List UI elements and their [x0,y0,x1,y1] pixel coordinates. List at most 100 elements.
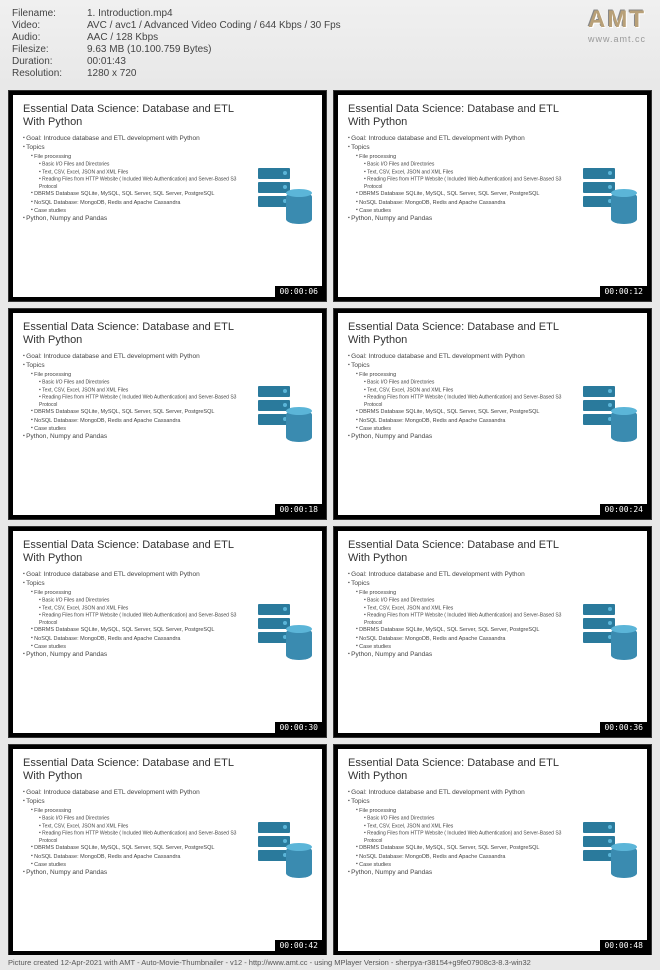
timestamp-badge: 00:00:30 [275,722,322,733]
meta-value: 00:01:43 [87,56,648,67]
slide-content: Essential Data Science: Database and ETL… [338,95,647,297]
timestamp-badge: 00:00:18 [275,504,322,515]
meta-value: 1280 x 720 [87,68,648,79]
slide-text: Essential Data Science: Database and ETL… [23,321,254,509]
slide-topics: Topics File processing Basic I/O Files a… [348,362,579,433]
timestamp-badge: 00:00:36 [600,722,647,733]
video-thumbnail[interactable]: Essential Data Science: Database and ETL… [8,308,327,520]
database-icon [579,757,641,945]
slide-fp2: Text, CSV, Excel, JSON and XML Files [364,169,579,176]
slide-nosql: NoSQL Database: MongoDB, Redis and Apach… [31,635,254,643]
slide-text: Essential Data Science: Database and ETL… [348,757,579,945]
slide-topics: Topics File processing Basic I/O Files a… [23,362,254,433]
slide-nosql: NoSQL Database: MongoDB, Redis and Apach… [31,853,254,861]
slide-db: DBRMS Database SQLite, MySQL, SQL Server… [356,844,579,852]
slide-db: DBRMS Database SQLite, MySQL, SQL Server… [31,190,254,198]
meta-row: Audio:AAC / 128 Kbps [12,32,648,43]
slide-fp2: Text, CSV, Excel, JSON and XML Files [364,387,579,394]
slide-title: Essential Data Science: Database and ETL… [23,757,254,783]
slide-db: DBRMS Database SQLite, MySQL, SQL Server… [356,190,579,198]
slide-goal: Goal: Introduce database and ETL develop… [348,571,579,580]
slide-nosql: NoSQL Database: MongoDB, Redis and Apach… [356,417,579,425]
slide-content: Essential Data Science: Database and ETL… [13,313,322,515]
meta-row: Filename:1. Introduction.mp4 [12,8,648,19]
meta-label: Filename: [12,8,87,19]
timestamp-badge: 00:00:06 [275,286,322,297]
slide-title: Essential Data Science: Database and ETL… [348,321,579,347]
slide-nosql: NoSQL Database: MongoDB, Redis and Apach… [356,199,579,207]
slide-fp: File processing Basic I/O Files and Dire… [356,589,579,626]
logo-text: AMT [588,6,646,34]
video-thumbnail[interactable]: Essential Data Science: Database and ETL… [333,526,652,738]
slide-libs: Python, Numpy and Pandas [348,433,579,442]
video-thumbnail[interactable]: Essential Data Science: Database and ETL… [8,744,327,956]
amt-logo: AMT www.amt.cc [588,6,646,44]
slide-nosql: NoSQL Database: MongoDB, Redis and Apach… [31,199,254,207]
database-icon [254,103,316,291]
logo-url: www.amt.cc [588,34,646,44]
slide-fp: File processing Basic I/O Files and Dire… [31,807,254,844]
slide-topics: Topics File processing Basic I/O Files a… [23,798,254,869]
slide-content: Essential Data Science: Database and ETL… [13,95,322,297]
slide-text: Essential Data Science: Database and ETL… [23,757,254,945]
slide-topics: Topics File processing Basic I/O Files a… [23,580,254,651]
slide-fp3: Reading Files from HTTP Website ( Includ… [364,394,579,408]
slide-fp1: Basic I/O Files and Directories [364,597,579,604]
slide-cs: Case studies [31,861,254,869]
slide-fp3: Reading Files from HTTP Website ( Includ… [364,612,579,626]
slide-cs: Case studies [356,861,579,869]
video-thumbnail[interactable]: Essential Data Science: Database and ETL… [333,744,652,956]
slide-topics: Topics File processing Basic I/O Files a… [23,144,254,215]
slide-libs: Python, Numpy and Pandas [23,433,254,442]
slide-goal: Goal: Introduce database and ETL develop… [23,135,254,144]
slide-content: Essential Data Science: Database and ETL… [13,531,322,733]
slide-content: Essential Data Science: Database and ETL… [13,749,322,951]
timestamp-badge: 00:00:42 [275,940,322,951]
slide-goal: Goal: Introduce database and ETL develop… [23,789,254,798]
video-thumbnail[interactable]: Essential Data Science: Database and ETL… [333,90,652,302]
slide-cs: Case studies [31,207,254,215]
slide-db: DBRMS Database SQLite, MySQL, SQL Server… [31,626,254,634]
slide-libs: Python, Numpy and Pandas [23,651,254,660]
slide-goal: Goal: Introduce database and ETL develop… [23,571,254,580]
slide-fp1: Basic I/O Files and Directories [39,379,254,386]
video-thumbnail[interactable]: Essential Data Science: Database and ETL… [8,90,327,302]
video-thumbnail[interactable]: Essential Data Science: Database and ETL… [8,526,327,738]
database-icon [254,539,316,727]
slide-text: Essential Data Science: Database and ETL… [348,103,579,291]
meta-row: Video:AVC / avc1 / Advanced Video Coding… [12,20,648,31]
slide-cs: Case studies [31,425,254,433]
slide-fp1: Basic I/O Files and Directories [364,161,579,168]
slide-text: Essential Data Science: Database and ETL… [23,539,254,727]
slide-fp: File processing Basic I/O Files and Dire… [31,371,254,408]
slide-fp3: Reading Files from HTTP Website ( Includ… [39,612,254,626]
footer-credit: Picture created 12-Apr-2021 with AMT - A… [0,955,660,970]
slide-cs: Case studies [356,207,579,215]
timestamp-badge: 00:00:24 [600,504,647,515]
slide-fp: File processing Basic I/O Files and Dire… [31,153,254,190]
slide-libs: Python, Numpy and Pandas [23,869,254,878]
slide-libs: Python, Numpy and Pandas [348,215,579,224]
slide-title: Essential Data Science: Database and ETL… [23,321,254,347]
meta-row: Duration:00:01:43 [12,56,648,67]
slide-title: Essential Data Science: Database and ETL… [348,103,579,129]
database-icon [579,103,641,291]
timestamp-badge: 00:00:48 [600,940,647,951]
slide-db: DBRMS Database SQLite, MySQL, SQL Server… [31,408,254,416]
meta-label: Resolution: [12,68,87,79]
slide-libs: Python, Numpy and Pandas [348,869,579,878]
slide-fp: File processing Basic I/O Files and Dire… [356,153,579,190]
slide-fp3: Reading Files from HTTP Website ( Includ… [39,830,254,844]
slide-db: DBRMS Database SQLite, MySQL, SQL Server… [31,844,254,852]
slide-topics: Topics File processing Basic I/O Files a… [348,144,579,215]
slide-fp3: Reading Files from HTTP Website ( Includ… [39,176,254,190]
slide-title: Essential Data Science: Database and ETL… [348,757,579,783]
slide-content: Essential Data Science: Database and ETL… [338,749,647,951]
slide-goal: Goal: Introduce database and ETL develop… [348,353,579,362]
database-icon [579,321,641,509]
slide-topics: Topics File processing Basic I/O Files a… [348,798,579,869]
slide-content: Essential Data Science: Database and ETL… [338,531,647,733]
meta-label: Audio: [12,32,87,43]
meta-label: Video: [12,20,87,31]
video-thumbnail[interactable]: Essential Data Science: Database and ETL… [333,308,652,520]
